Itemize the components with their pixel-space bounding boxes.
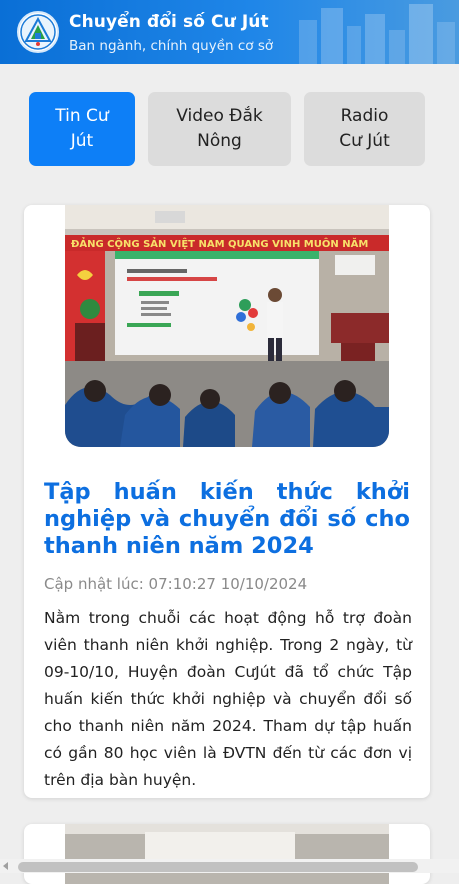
scroll-left-arrow-icon[interactable] <box>3 862 8 870</box>
district-emblem-icon <box>17 11 59 53</box>
article-thumbnail[interactable] <box>65 824 389 884</box>
article-card[interactable]: ĐẢNG CỘNG SẢN VIỆT NAM QUANG VINH MUÔN N… <box>24 205 430 798</box>
article-summary: Nằm trong chuỗi các hoạt động hỗ trợ đoà… <box>44 609 412 789</box>
app-subtitle: Ban ngành, chính quyền cơ sở <box>69 38 274 54</box>
tab-label: Video Đắk Nông <box>176 106 263 151</box>
tab-tin-cu-jut[interactable]: Tin Cư Jút <box>29 92 135 166</box>
article-card[interactable] <box>24 824 430 884</box>
main-content: Tin Cư Jút Video Đắk Nông Radio Cư Jút Đ… <box>0 64 459 884</box>
tab-video-dak-nong[interactable]: Video Đắk Nông <box>148 92 291 166</box>
article-thumbnail[interactable]: ĐẢNG CỘNG SẢN VIỆT NAM QUANG VINH MUÔN N… <box>65 205 389 447</box>
article-date: Cập nhật lúc: 07:10:27 10/10/2024 <box>44 575 308 593</box>
article-title[interactable]: Tập huấn kiến thức khởi nghiệp và chuyển… <box>44 479 410 560</box>
horizontal-scrollbar[interactable] <box>0 859 459 873</box>
app-title: Chuyển đổi số Cư Jút <box>69 12 269 32</box>
tab-label: Tin Cư Jút <box>55 106 109 151</box>
tab-label: Radio Cư Jút <box>339 106 390 151</box>
city-skyline-background <box>299 4 455 64</box>
tab-radio-cu-jut[interactable]: Radio Cư Jút <box>304 92 425 166</box>
app-header: Chuyển đổi số Cư Jút Ban ngành, chính qu… <box>0 0 459 64</box>
horizontal-scrollbar-thumb[interactable] <box>18 862 418 872</box>
stage-banner-text: ĐẢNG CỘNG SẢN VIỆT NAM QUANG VINH MUÔN N… <box>71 236 368 250</box>
